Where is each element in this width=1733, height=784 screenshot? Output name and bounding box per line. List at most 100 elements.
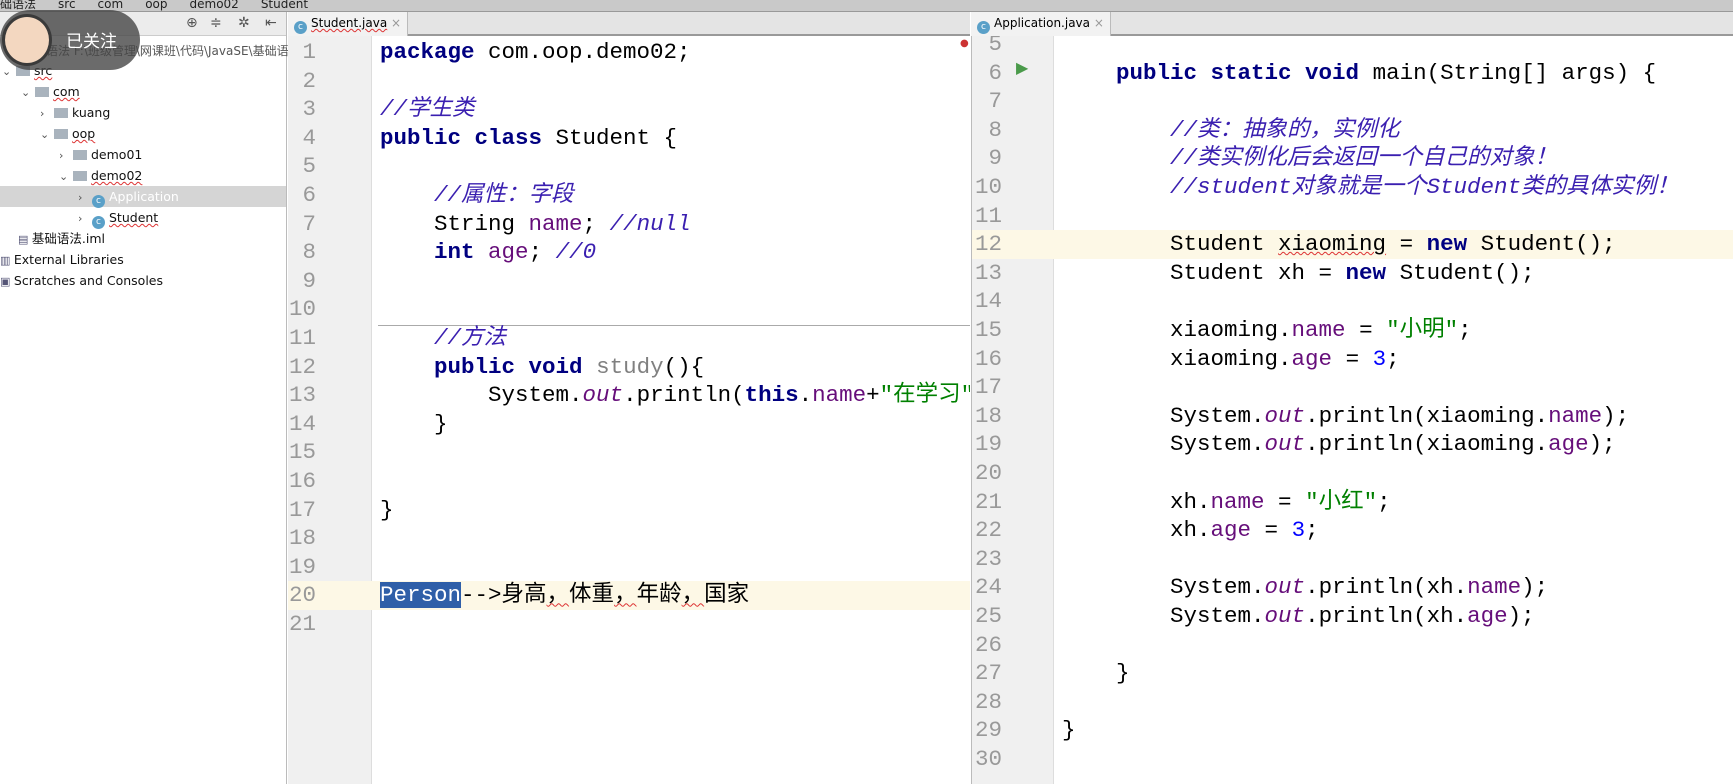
line-number: 14 — [974, 288, 1002, 315]
tree-item-scratches-and-consoles[interactable]: ▣ Scratches and Consoles — [0, 270, 286, 291]
chevron-right-icon[interactable]: › — [59, 145, 73, 166]
code-token: ); — [1507, 603, 1535, 629]
line-number: 13 — [974, 259, 1002, 286]
code-token: public void — [434, 353, 583, 380]
code-token: //方法 — [434, 325, 507, 351]
chevron-right-icon[interactable]: › — [78, 208, 92, 229]
code-token: .println( — [623, 382, 745, 409]
code-line: 5 — [288, 152, 970, 181]
code-token: ， — [614, 582, 637, 609]
line-number: 30 — [974, 746, 1002, 772]
code-token: name — [528, 210, 583, 237]
code-line: 13 Student xh = new Student(); — [972, 259, 1733, 288]
follow-overlay[interactable]: 已关注 — [0, 10, 140, 70]
code-line: 7 — [972, 87, 1733, 116]
tree-item-label: External Libraries — [13, 252, 124, 267]
tree-item-demo02[interactable]: ⌄ demo02 — [0, 165, 286, 186]
folder-icon — [54, 108, 68, 118]
folder-icon — [73, 150, 87, 160]
code-token: package — [380, 39, 475, 65]
locate-icon[interactable]: ⊕ — [186, 15, 198, 31]
close-icon[interactable]: × — [391, 16, 401, 30]
navigation-breadcrumb: 础语法 src com oop demo02 Student — [0, 0, 1733, 12]
collapse-icon[interactable]: ≑ — [210, 15, 222, 31]
breadcrumb-item[interactable]: Student — [261, 0, 308, 11]
line-number: 7 — [302, 210, 316, 237]
tree-item-oop[interactable]: ⌄ oop — [0, 123, 286, 144]
right-code-editor[interactable]: ▶ 56 public static void main(String[] ar… — [971, 36, 1733, 784]
scratch-icon: ▣ — [0, 275, 14, 288]
code-token: Student(); — [1467, 231, 1616, 258]
code-token: new — [1345, 259, 1387, 286]
code-text: public void study(){ — [380, 353, 704, 382]
line-number: 2 — [302, 67, 316, 94]
code-line: 8 int age; //0 — [288, 238, 970, 267]
code-token: } — [1062, 717, 1076, 744]
code-line: 12 Student xiaoming = new Student(); — [972, 230, 1733, 259]
run-icon[interactable]: ▶ — [1016, 58, 1028, 77]
tree-item-student[interactable]: › c Student — [0, 207, 286, 229]
code-token: age — [1210, 517, 1252, 544]
breadcrumb-item[interactable]: oop — [145, 0, 167, 11]
chevron-down-icon[interactable]: ⌄ — [40, 124, 54, 145]
code-token: ); — [1588, 431, 1616, 458]
code-line: 20 Person-->身高，体重，年龄，国家 — [288, 581, 970, 610]
code-token: = — [1264, 488, 1306, 515]
folder-icon — [54, 129, 68, 139]
hide-panel-icon[interactable]: ⇤ — [265, 15, 277, 31]
line-number: 18 — [288, 525, 316, 552]
code-token: 体重 — [569, 582, 615, 609]
code-line: 20 — [972, 459, 1733, 488]
code-token: //student对象就是一个Student类的具体实例！ — [1170, 174, 1679, 200]
tree-item-com[interactable]: ⌄ com — [0, 81, 286, 102]
tree-item-external-libraries[interactable]: ▥ External Libraries — [0, 249, 286, 270]
code-token: } — [1062, 660, 1130, 687]
chevron-down-icon[interactable]: ⌄ — [59, 166, 73, 187]
chevron-down-icon[interactable]: ⌄ — [21, 82, 35, 103]
code-token: Student — [1062, 231, 1279, 258]
code-token: .println(xiaoming. — [1305, 402, 1549, 429]
code-token: xiaoming — [1278, 231, 1387, 258]
code-line: 15 — [288, 438, 970, 467]
code-token: } — [380, 496, 394, 523]
code-token: //类：抽象的，实例化 — [1170, 116, 1400, 143]
tree-item-application[interactable]: › c Application — [0, 186, 286, 208]
tree-item-label: demo02 — [91, 168, 143, 183]
code-text: String name; //null — [380, 210, 691, 239]
line-number: 3 — [302, 96, 316, 123]
tree-item-label: Student — [109, 210, 159, 225]
tree-item-kuang[interactable]: › kuang — [0, 102, 286, 123]
follow-label: 已关注 — [66, 32, 117, 52]
code-line: 18 System.out.println(xiaoming.name); — [972, 402, 1733, 431]
code-token: System. — [1062, 402, 1265, 429]
chevron-right-icon[interactable]: › — [78, 187, 92, 208]
code-token: //null — [609, 210, 691, 237]
tree-item-demo01[interactable]: › demo01 — [0, 144, 286, 165]
gear-icon[interactable]: ✲ — [238, 15, 250, 31]
code-line: 6 //属性：字段 — [288, 181, 970, 210]
line-number: 25 — [974, 603, 1002, 629]
tree-item--iml[interactable]: ▤ 基础语法.iml — [0, 228, 286, 249]
code-line: 28 — [972, 688, 1733, 717]
breadcrumb-item[interactable]: demo02 — [190, 0, 239, 11]
code-text: } — [1062, 716, 1076, 745]
code-token: "在学习" — [879, 382, 970, 409]
code-token: new — [1426, 231, 1468, 258]
tab-student-java[interactable]: c Student.java × — [288, 12, 409, 36]
code-line: 22 xh.age = 3; — [972, 516, 1733, 545]
line-number: 9 — [988, 145, 1002, 172]
chevron-right-icon[interactable]: › — [40, 103, 54, 124]
code-token: name — [812, 382, 867, 409]
left-code-editor[interactable]: ● 1 package com.oop.demo02; 2 3//学生类 4 public… — [288, 36, 970, 784]
code-text: } — [380, 496, 394, 525]
code-token: this — [744, 382, 799, 409]
code-token: xh. — [1062, 517, 1211, 544]
tab-application-java[interactable]: c Application.java × — [971, 12, 1111, 36]
close-icon[interactable]: × — [1094, 16, 1104, 30]
line-number: 5 — [302, 153, 316, 180]
code-text: Person-->身高，体重，年龄，国家 — [380, 581, 749, 610]
code-token: study — [596, 353, 664, 380]
code-token: 国家 — [704, 582, 750, 609]
